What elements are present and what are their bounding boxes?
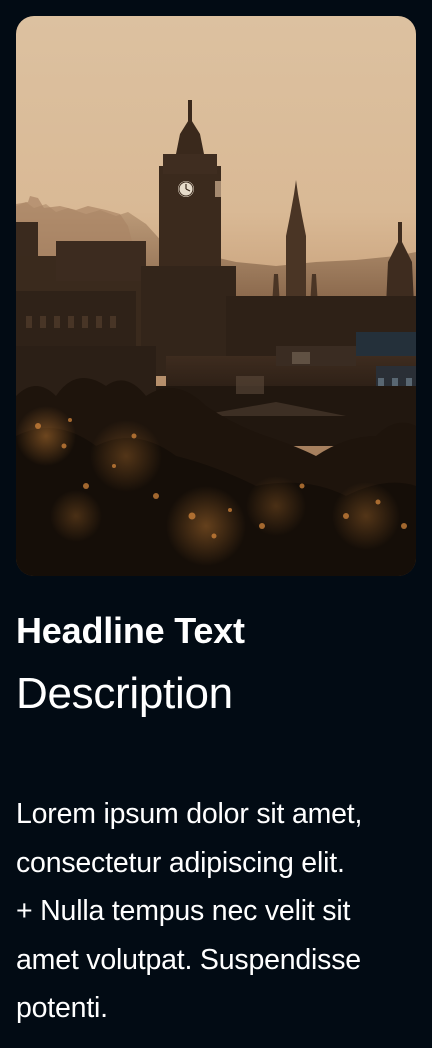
description: Description xyxy=(16,669,233,718)
body-line: potenti. xyxy=(16,992,108,1024)
body-line: + Nulla tempus nec velit sit xyxy=(16,895,351,927)
city-skyline-image xyxy=(16,16,416,576)
body-line: consectetur adipiscing elit. xyxy=(16,846,345,879)
body-line: Lorem ipsum dolor sit amet, xyxy=(16,798,363,830)
headline: Headline Text xyxy=(16,610,245,651)
body-line: amet volutpat. Suspendisse xyxy=(16,943,361,976)
content-card: Headline Text Description Lorem ipsum do… xyxy=(0,0,432,1048)
hero-image xyxy=(16,16,416,576)
body-paragraph: Lorem ipsum dolor sit amet, consectetur … xyxy=(16,790,421,1033)
